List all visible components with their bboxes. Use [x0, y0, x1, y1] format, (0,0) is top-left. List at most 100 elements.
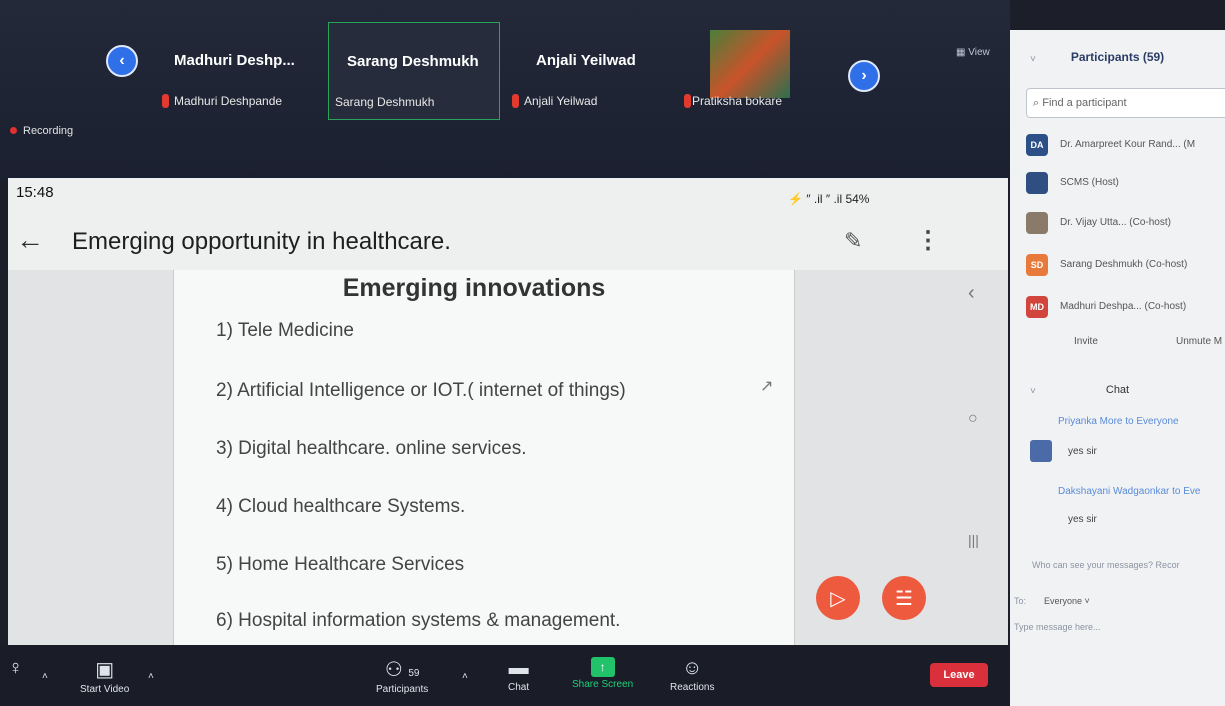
more-vertical-icon[interactable]: ⋮	[916, 226, 940, 255]
leave-button[interactable]: Leave	[930, 663, 988, 687]
right-sidebar: ˅ Participants (59) ⌕ Find a participant…	[1010, 30, 1225, 706]
recipient-select[interactable]: Everyone ˅	[1044, 596, 1090, 606]
slide-list-item: 4) Cloud healthcare Systems.	[216, 496, 466, 517]
play-icon: ▷	[830, 587, 846, 610]
avatar: MD	[1026, 296, 1048, 318]
chevron-left-icon[interactable]: ‹	[968, 282, 975, 305]
participant-row[interactable]: MD Madhuri Deshpa... (Co-host)	[1026, 296, 1225, 322]
participant-tile-name: Sarang Deshmukh	[347, 53, 479, 70]
participants-icon: ⚇ 59	[384, 659, 420, 681]
slide-list-item: 3) Digital healthcare. online services.	[216, 438, 527, 459]
participant-tile-name: Anjali Yeilwad	[536, 52, 636, 69]
record-dot-icon	[10, 127, 17, 134]
chevron-up-icon: ˄	[148, 671, 154, 682]
chevron-up-icon: ˄	[462, 671, 468, 682]
phone-clock: 15:48	[16, 184, 54, 201]
zoom-meeting-window: ‹ Madhuri Deshp... Madhuri Deshpande Sar…	[0, 0, 1225, 706]
chat-message-text: yes sir	[1068, 446, 1097, 457]
video-off-icon: ▣	[95, 659, 115, 681]
participant-name: Dr. Amarpreet Kour Rand... (M	[1060, 139, 1196, 150]
pencil-icon[interactable]: ✎	[844, 228, 862, 254]
phone-status-icons: ⚡ ″ .il ″ .il 54%	[788, 192, 870, 206]
meeting-toolbar: ♀ ˄ ▣ Start Video ˄ ⚇ 59 Participants ˄ ▬ C…	[0, 645, 1010, 706]
participant-name: Sarang Deshmukh (Co-host)	[1060, 259, 1188, 270]
avatar	[1026, 212, 1048, 234]
chat-bubble-icon: ▬	[508, 657, 529, 679]
chat-message-sender: Priyanka More to Everyone	[1058, 416, 1179, 427]
participant-tile-label: Anjali Yeilwad	[524, 94, 598, 108]
avatar	[1026, 172, 1048, 194]
participant-name: Dr. Vijay Utta... (Co-host)	[1060, 217, 1171, 228]
phone-status-bar: 15:48 ⚡ ″ .il ″ .il 54%	[8, 178, 1008, 210]
participant-tile-label: Pratiksha bokare	[692, 94, 783, 108]
recording-indicator: Recording	[10, 125, 73, 137]
participant-gallery-strip: ‹ Madhuri Deshp... Madhuri Deshpande Sar…	[0, 0, 1010, 180]
unmute-button[interactable]: Unmute M	[1176, 336, 1222, 347]
participant-row[interactable]: SCMS (Host)	[1026, 172, 1225, 198]
slide-list-item: 5) Home Healthcare Services	[216, 554, 465, 575]
chevron-up-icon: ˄	[42, 671, 48, 682]
chat-message-sender: Dakshayani Wadgaonkar to Eve	[1058, 486, 1201, 497]
participants-panel-header: Participants (59)	[1070, 50, 1165, 64]
participant-name: Madhuri Deshpa... (Co-host)	[1060, 301, 1187, 312]
chat-panel-header: Chat	[1105, 384, 1130, 396]
chat-button[interactable]: ▬ Chat	[508, 657, 529, 693]
audio-button[interactable]: ♀	[8, 657, 23, 682]
slide-list-item: 2) Artificial Intelligence or IOT.( inte…	[216, 380, 626, 401]
share-screen-button[interactable]: ↑ Share Screen	[572, 657, 633, 690]
participant-tile-label: Sarang Deshmukh	[335, 95, 435, 109]
muted-mic-icon	[684, 94, 691, 108]
participant-tile-active[interactable]: Sarang Deshmukh Sarang Deshmukh	[328, 22, 500, 120]
reactions-button[interactable]: ☺ Reactions	[670, 657, 714, 693]
share-screen-icon: ↑	[590, 657, 615, 677]
emoji-icon: ☺	[682, 657, 703, 679]
gallery-next-button[interactable]: ›	[848, 60, 880, 92]
grid-icon: ▦	[956, 47, 969, 58]
play-button[interactable]: ▷	[816, 576, 860, 620]
arrow-left-icon[interactable]: ←	[16, 224, 44, 256]
participant-tile[interactable]: Madhuri Deshp... Madhuri Deshpande	[162, 22, 324, 120]
share-button[interactable]: ☱	[882, 576, 926, 620]
participant-row[interactable]: Dr. Vijay Utta... (Co-host)	[1026, 212, 1225, 238]
participant-tile[interactable]: Anjali Yeilwad Anjali Yeilwad	[512, 22, 674, 120]
search-icon: ⌕	[1033, 97, 1043, 109]
participant-row[interactable]: DA Dr. Amarpreet Kour Rand... (M	[1026, 134, 1225, 160]
participant-tile-label: Madhuri Deshpande	[174, 94, 283, 108]
recent-apps-icon[interactable]: |||	[968, 532, 979, 548]
to-label: To:	[1014, 596, 1027, 606]
headphones-icon: ♀	[8, 657, 23, 679]
app-bar: ← Emerging opportunity in healthcare. ✎ …	[8, 210, 1008, 270]
recording-label: Recording	[23, 125, 74, 137]
home-icon[interactable]: ○	[968, 410, 978, 428]
share-icon: ☱	[895, 587, 913, 610]
chat-message-text: yes sir	[1068, 514, 1097, 525]
video-options-chevron[interactable]: ˄	[148, 671, 154, 682]
cursor-icon: ↗	[760, 378, 774, 395]
muted-mic-icon	[512, 94, 519, 108]
invite-button[interactable]: Invite	[1074, 336, 1098, 347]
view-button[interactable]: ▦ View	[956, 47, 990, 58]
chevron-right-icon: ›	[861, 67, 867, 84]
message-visibility-note[interactable]: Who can see your messages? Recor	[1032, 560, 1180, 570]
gallery-prev-button[interactable]: ‹	[106, 45, 138, 77]
participants-options-chevron[interactable]: ˄	[462, 671, 468, 682]
page-title: Emerging opportunity in healthcare.	[72, 228, 451, 255]
slide-title: Emerging innovations	[342, 274, 606, 302]
participant-search-input[interactable]: ⌕ Find a participant	[1026, 88, 1225, 118]
chat-message-input[interactable]: Type message here...	[1014, 622, 1101, 632]
slide-list-item: 1) Tele Medicine	[216, 320, 355, 341]
slide-viewer: Emerging innovations 1) Tele Medicine 2)…	[8, 270, 1008, 648]
avatar	[1030, 440, 1052, 462]
participant-tile[interactable]: Pratiksha bokare	[684, 22, 802, 120]
participant-row[interactable]: SD Sarang Deshmukh (Co-host)	[1026, 254, 1225, 280]
shared-screen: 15:48 ⚡ ″ .il ″ .il 54% ← Emerging oppor…	[8, 178, 1008, 648]
chevron-down-icon: ˅	[1084, 596, 1090, 606]
chevron-left-icon: ‹	[119, 52, 125, 69]
participants-button[interactable]: ⚇ 59 Participants	[376, 657, 428, 695]
participants-count: 59	[408, 668, 420, 679]
slide: Emerging innovations 1) Tele Medicine 2)…	[173, 270, 795, 648]
avatar: SD	[1026, 254, 1048, 276]
start-video-button[interactable]: ▣ Start Video	[80, 657, 129, 695]
audio-options-chevron[interactable]: ˄	[42, 671, 48, 682]
participant-tile-name: Madhuri Deshp...	[174, 52, 295, 69]
